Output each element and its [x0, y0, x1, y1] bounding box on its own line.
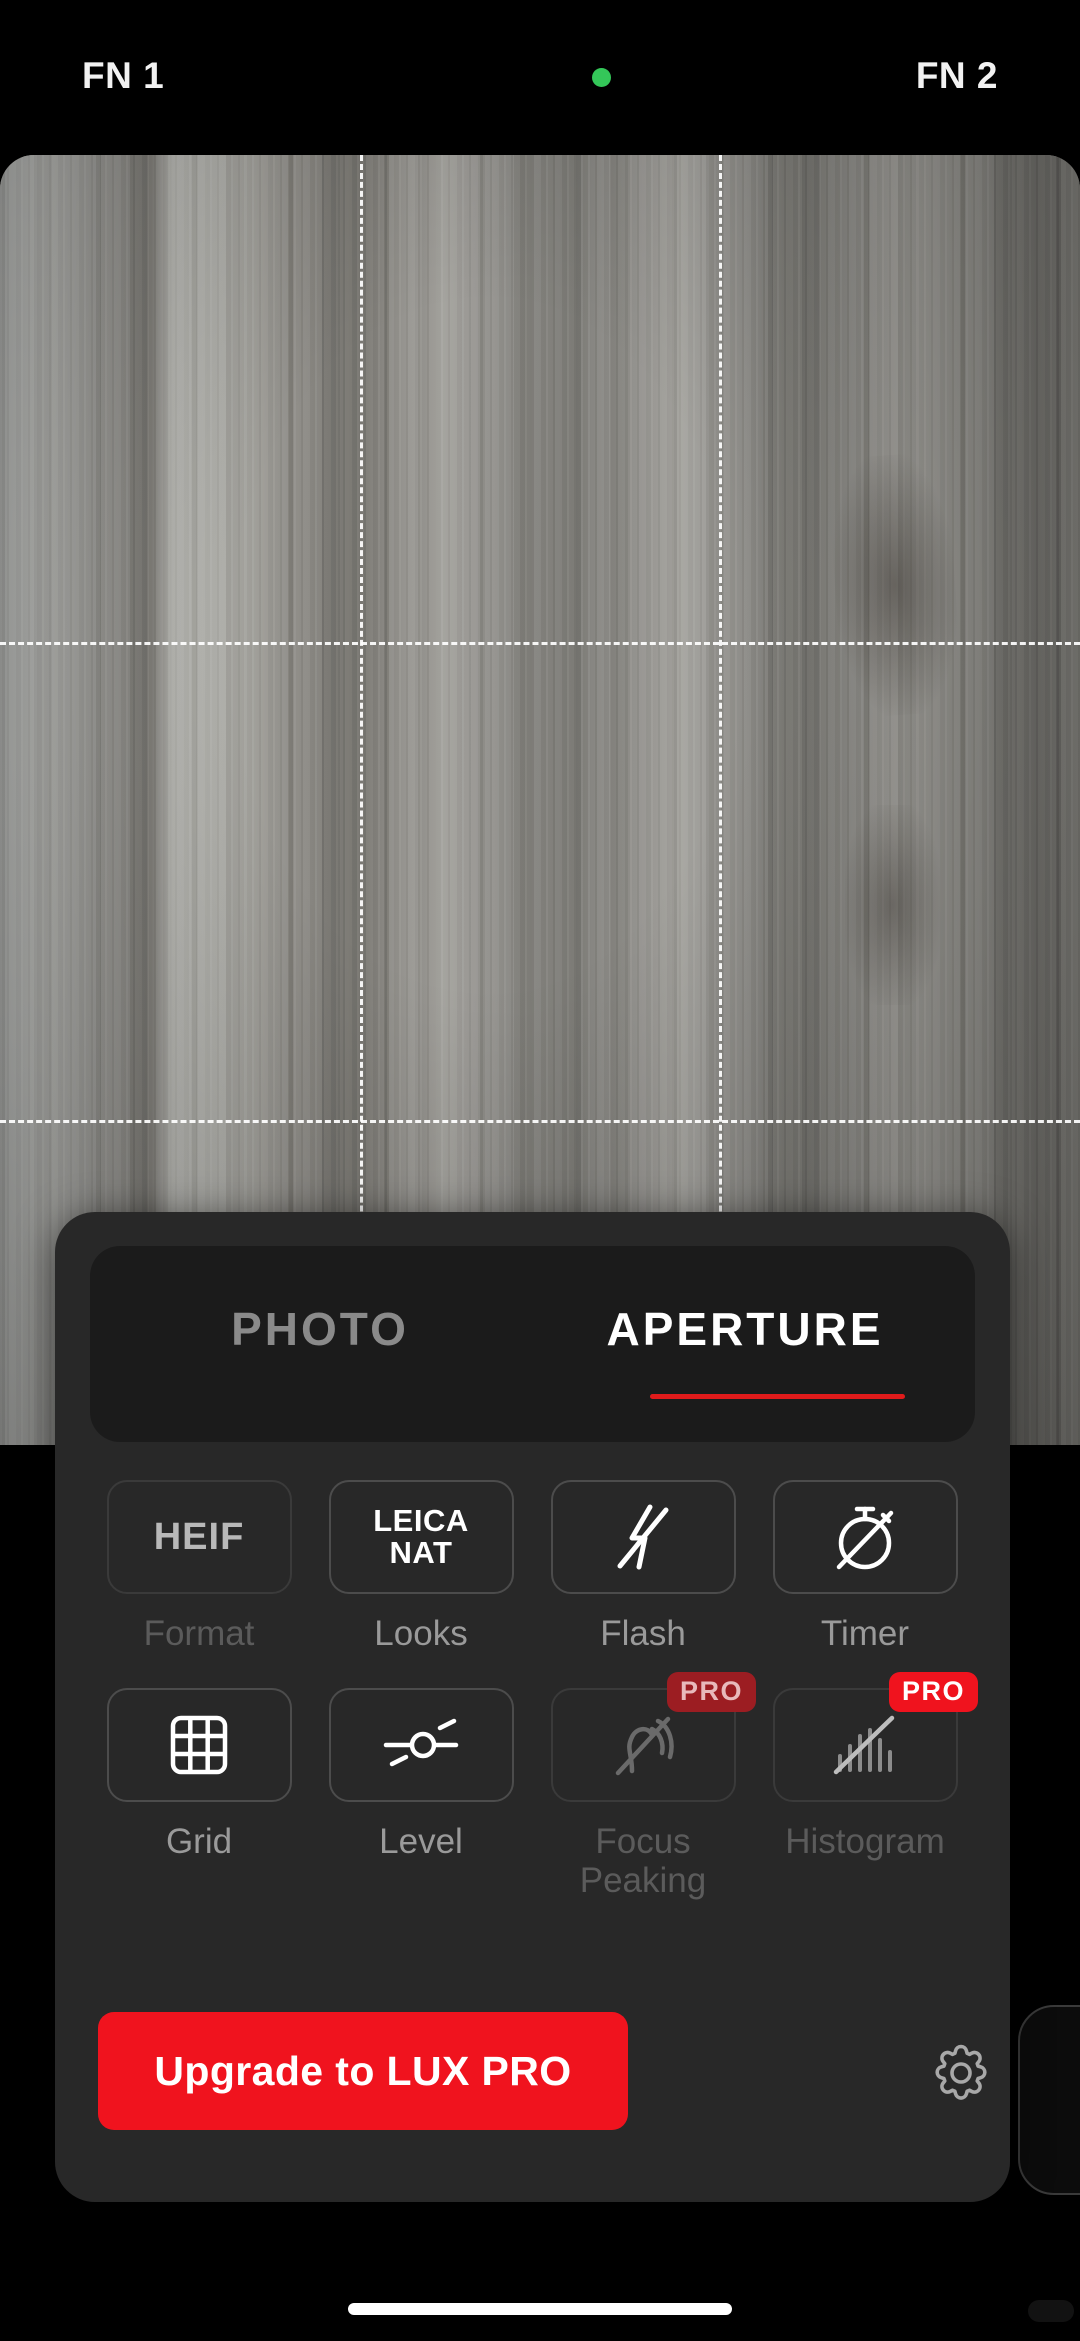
pro-badge: PRO	[666, 1672, 756, 1713]
leica-line2: NAT	[389, 1535, 453, 1570]
option-label: Focus Peaking	[579, 1822, 707, 1901]
camera-settings-sheet: PHOTO APERTURE HEIF Format LEICA NAT Look…	[55, 1212, 1010, 2202]
fn1-button[interactable]: FN 1	[82, 57, 164, 94]
level-tile	[328, 1688, 514, 1803]
option-label: Looks	[374, 1614, 468, 1653]
flash-tile	[550, 1480, 736, 1594]
mode-tab-bar: PHOTO APERTURE	[90, 1246, 975, 1442]
timer-off-icon	[836, 1506, 894, 1570]
options-row: Grid Level PRO Focus Peaking PRO Histogr…	[88, 1672, 978, 1901]
level-icon	[383, 1718, 459, 1767]
option-flash[interactable]: Flash	[532, 1480, 754, 1653]
option-grid[interactable]: Grid	[88, 1688, 310, 1900]
tab-photo[interactable]: PHOTO	[120, 1306, 520, 1352]
top-function-bar: FN 1 FN 2	[0, 0, 1080, 155]
options-row: HEIF Format LEICA NAT Looks Flash Timer	[88, 1480, 978, 1653]
heif-text-icon: HEIF	[153, 1516, 245, 1558]
option-label: Timer	[820, 1614, 910, 1653]
gear-icon	[935, 2044, 987, 2100]
corner-chip-decoration	[1028, 2300, 1074, 2322]
grid-tile	[106, 1688, 292, 1803]
format-tile: HEIF	[106, 1480, 292, 1594]
option-label: Grid	[165, 1822, 233, 1862]
flash-off-icon	[617, 1504, 669, 1570]
option-label: Format	[143, 1614, 255, 1653]
histogram-off-icon	[833, 1715, 895, 1775]
grid-icon	[170, 1715, 228, 1775]
tab-aperture[interactable]: APERTURE	[545, 1306, 945, 1352]
settings-button[interactable]	[928, 2040, 994, 2106]
options-grid: HEIF Format LEICA NAT Looks Flash Timer …	[88, 1480, 978, 1901]
home-indicator[interactable]	[348, 2303, 732, 2315]
focus-peaking-off-icon	[615, 1716, 674, 1776]
upgrade-to-lux-pro-button[interactable]: Upgrade to LUX PRO	[98, 2012, 628, 2130]
option-focus-peaking[interactable]: PRO Focus Peaking	[532, 1672, 756, 1901]
recording-dot-icon	[592, 68, 611, 87]
option-format[interactable]: HEIF Format	[88, 1480, 310, 1653]
option-level[interactable]: Level	[310, 1688, 532, 1900]
looks-tile: LEICA NAT	[328, 1480, 514, 1594]
option-histogram[interactable]: PRO Histogram	[754, 1672, 978, 1900]
leica-line1: LEICA	[373, 1502, 469, 1538]
fn2-button[interactable]: FN 2	[916, 57, 998, 94]
option-label: Histogram	[785, 1822, 945, 1862]
leica-nat-text-icon: LEICA NAT	[373, 1502, 469, 1570]
pro-badge: PRO	[888, 1672, 978, 1713]
option-timer[interactable]: Timer	[754, 1480, 976, 1653]
option-label: Flash	[600, 1614, 686, 1653]
background-card-decoration	[1018, 2005, 1080, 2195]
option-label: Level	[379, 1822, 463, 1862]
option-looks[interactable]: LEICA NAT Looks	[310, 1480, 532, 1653]
timer-tile	[772, 1480, 958, 1594]
selected-tab-indicator	[650, 1394, 905, 1399]
